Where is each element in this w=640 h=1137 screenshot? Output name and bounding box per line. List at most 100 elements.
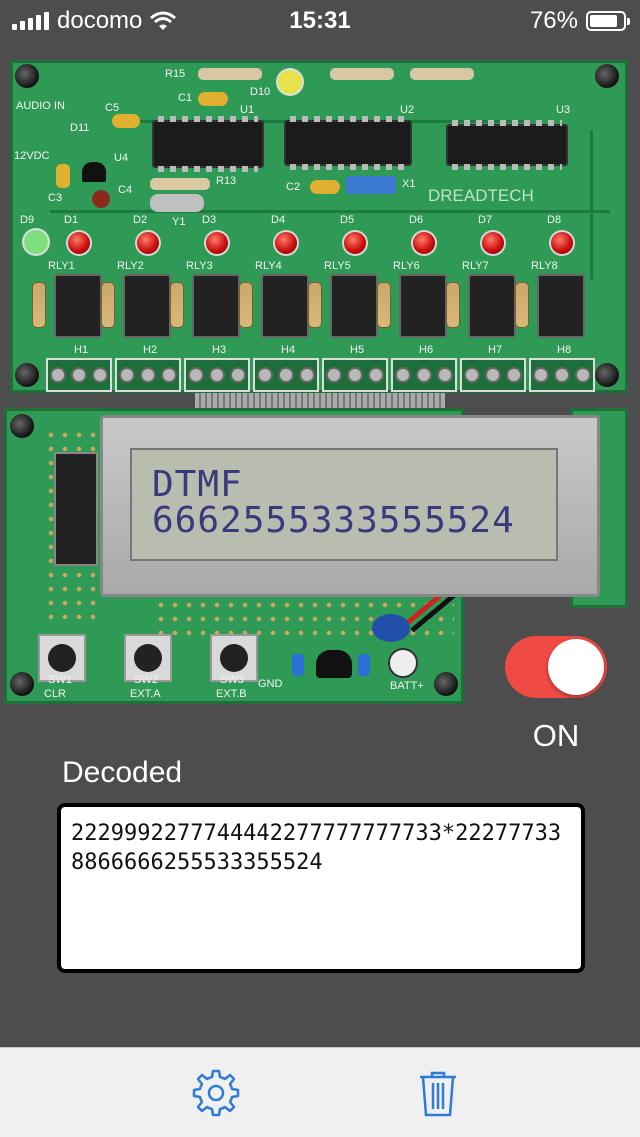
resistor bbox=[446, 282, 460, 328]
relay bbox=[468, 274, 516, 338]
brand-label: DREADTECH bbox=[428, 186, 534, 205]
relay bbox=[261, 274, 309, 338]
d11-label: D11 bbox=[70, 122, 90, 134]
resistor bbox=[32, 282, 46, 328]
gear-icon[interactable] bbox=[191, 1068, 241, 1118]
relay bbox=[330, 274, 378, 338]
header-label: H2 bbox=[143, 344, 158, 356]
chip-u2 bbox=[284, 116, 412, 170]
switch-name: SW1 bbox=[48, 674, 72, 686]
header-label: H8 bbox=[557, 344, 572, 356]
audio-in-label: AUDIO IN bbox=[16, 100, 65, 112]
terminal-block bbox=[46, 358, 112, 392]
led-indicator bbox=[206, 232, 228, 254]
chip-u1 bbox=[152, 116, 264, 172]
vdc-label: 12VDC bbox=[14, 150, 50, 162]
terminal-block bbox=[391, 358, 457, 392]
chip-u3 bbox=[446, 120, 568, 170]
relay bbox=[537, 274, 585, 338]
lcd-line-1: DTMF bbox=[152, 464, 243, 505]
decoder-toggle-switch[interactable] bbox=[505, 636, 607, 698]
relay-label: RLY2 bbox=[117, 260, 144, 272]
led-indicator bbox=[413, 232, 435, 254]
resistor bbox=[101, 282, 115, 328]
status-bar: docomo 15:31 76% bbox=[0, 0, 640, 40]
header-label: H1 bbox=[74, 344, 89, 356]
u2-label: U2 bbox=[400, 104, 415, 116]
led-label: D2 bbox=[133, 214, 148, 226]
relay-label: RLY8 bbox=[531, 260, 558, 272]
decoded-text: 2229992277744442277777777733*22277733886… bbox=[71, 821, 562, 875]
c2-label: C2 bbox=[286, 181, 301, 193]
relay-label: RLY6 bbox=[393, 260, 420, 272]
led-indicator bbox=[551, 232, 573, 254]
c5-label: C5 bbox=[105, 102, 120, 114]
c3-label: C3 bbox=[48, 192, 63, 204]
terminal-block bbox=[529, 358, 595, 392]
terminal-block bbox=[115, 358, 181, 392]
battery-group: 76% bbox=[529, 7, 630, 35]
u1-label: U1 bbox=[240, 104, 255, 116]
y1-label: Y1 bbox=[172, 216, 186, 228]
resistor bbox=[377, 282, 391, 328]
relay bbox=[399, 274, 447, 338]
led-label: D7 bbox=[478, 214, 493, 226]
batt-label: BATT+ bbox=[390, 680, 424, 692]
led-label: D3 bbox=[202, 214, 217, 226]
led-label: D6 bbox=[409, 214, 424, 226]
resistor bbox=[239, 282, 253, 328]
relay bbox=[123, 274, 171, 338]
relay bbox=[192, 274, 240, 338]
switch-name: SW2 bbox=[134, 674, 158, 686]
battery-icon bbox=[586, 11, 630, 31]
battery-percent: 76% bbox=[529, 7, 578, 34]
terminal-block bbox=[184, 358, 250, 392]
led-indicator bbox=[275, 232, 297, 254]
u3-label: U3 bbox=[556, 104, 571, 116]
terminal-block bbox=[460, 358, 526, 392]
header-label: H4 bbox=[281, 344, 296, 356]
led-label: D4 bbox=[271, 214, 286, 226]
terminal-block bbox=[322, 358, 388, 392]
r15-label: R15 bbox=[165, 68, 186, 80]
toggle-knob bbox=[548, 639, 604, 695]
switch-label: CLR bbox=[44, 688, 67, 700]
resistor bbox=[170, 282, 184, 328]
c4-label: C4 bbox=[118, 184, 133, 196]
relay-label: RLY4 bbox=[255, 260, 282, 272]
u4-label: U4 bbox=[114, 152, 129, 164]
relay-label: RLY1 bbox=[48, 260, 75, 272]
terminal-block bbox=[253, 358, 319, 392]
resistor bbox=[308, 282, 322, 328]
led-label: D5 bbox=[340, 214, 355, 226]
switch-name: SW3 bbox=[220, 674, 244, 686]
toggle-state-label: ON bbox=[532, 718, 580, 753]
d10-label: D10 bbox=[250, 86, 271, 98]
relay-label: RLY7 bbox=[462, 260, 489, 272]
switch-label: EXT.B bbox=[216, 688, 247, 700]
header-label: H6 bbox=[419, 344, 434, 356]
header-label: H7 bbox=[488, 344, 503, 356]
header-label: H5 bbox=[350, 344, 365, 356]
header-label: H3 bbox=[212, 344, 227, 356]
c1-label: C1 bbox=[178, 92, 193, 104]
relay-board-image: AUDIO IN 12VDC R15 D10 C1 C5 U1 U2 U3 D1… bbox=[10, 60, 628, 393]
decoded-label: Decoded bbox=[62, 756, 183, 789]
relay bbox=[54, 274, 102, 338]
resistor bbox=[515, 282, 529, 328]
lcd-line-2: 6662555333555524 bbox=[152, 500, 515, 541]
decoded-text-box[interactable]: 2229992277744442277777777733*22277733886… bbox=[57, 803, 585, 973]
switch-label: EXT.A bbox=[130, 688, 161, 700]
d9-label: D9 bbox=[20, 214, 35, 226]
led-indicator bbox=[68, 232, 90, 254]
led-label: D1 bbox=[64, 214, 79, 226]
gnd-label: GND bbox=[258, 678, 283, 690]
r13-label: R13 bbox=[216, 175, 237, 187]
led-indicator bbox=[344, 232, 366, 254]
relay-label: RLY5 bbox=[324, 260, 351, 272]
bottom-toolbar bbox=[0, 1047, 640, 1137]
x1-label: X1 bbox=[402, 178, 416, 190]
led-indicator bbox=[137, 232, 159, 254]
lcd-screen: DTMF 6662555333555524 bbox=[130, 448, 558, 561]
trash-icon[interactable] bbox=[413, 1068, 463, 1118]
